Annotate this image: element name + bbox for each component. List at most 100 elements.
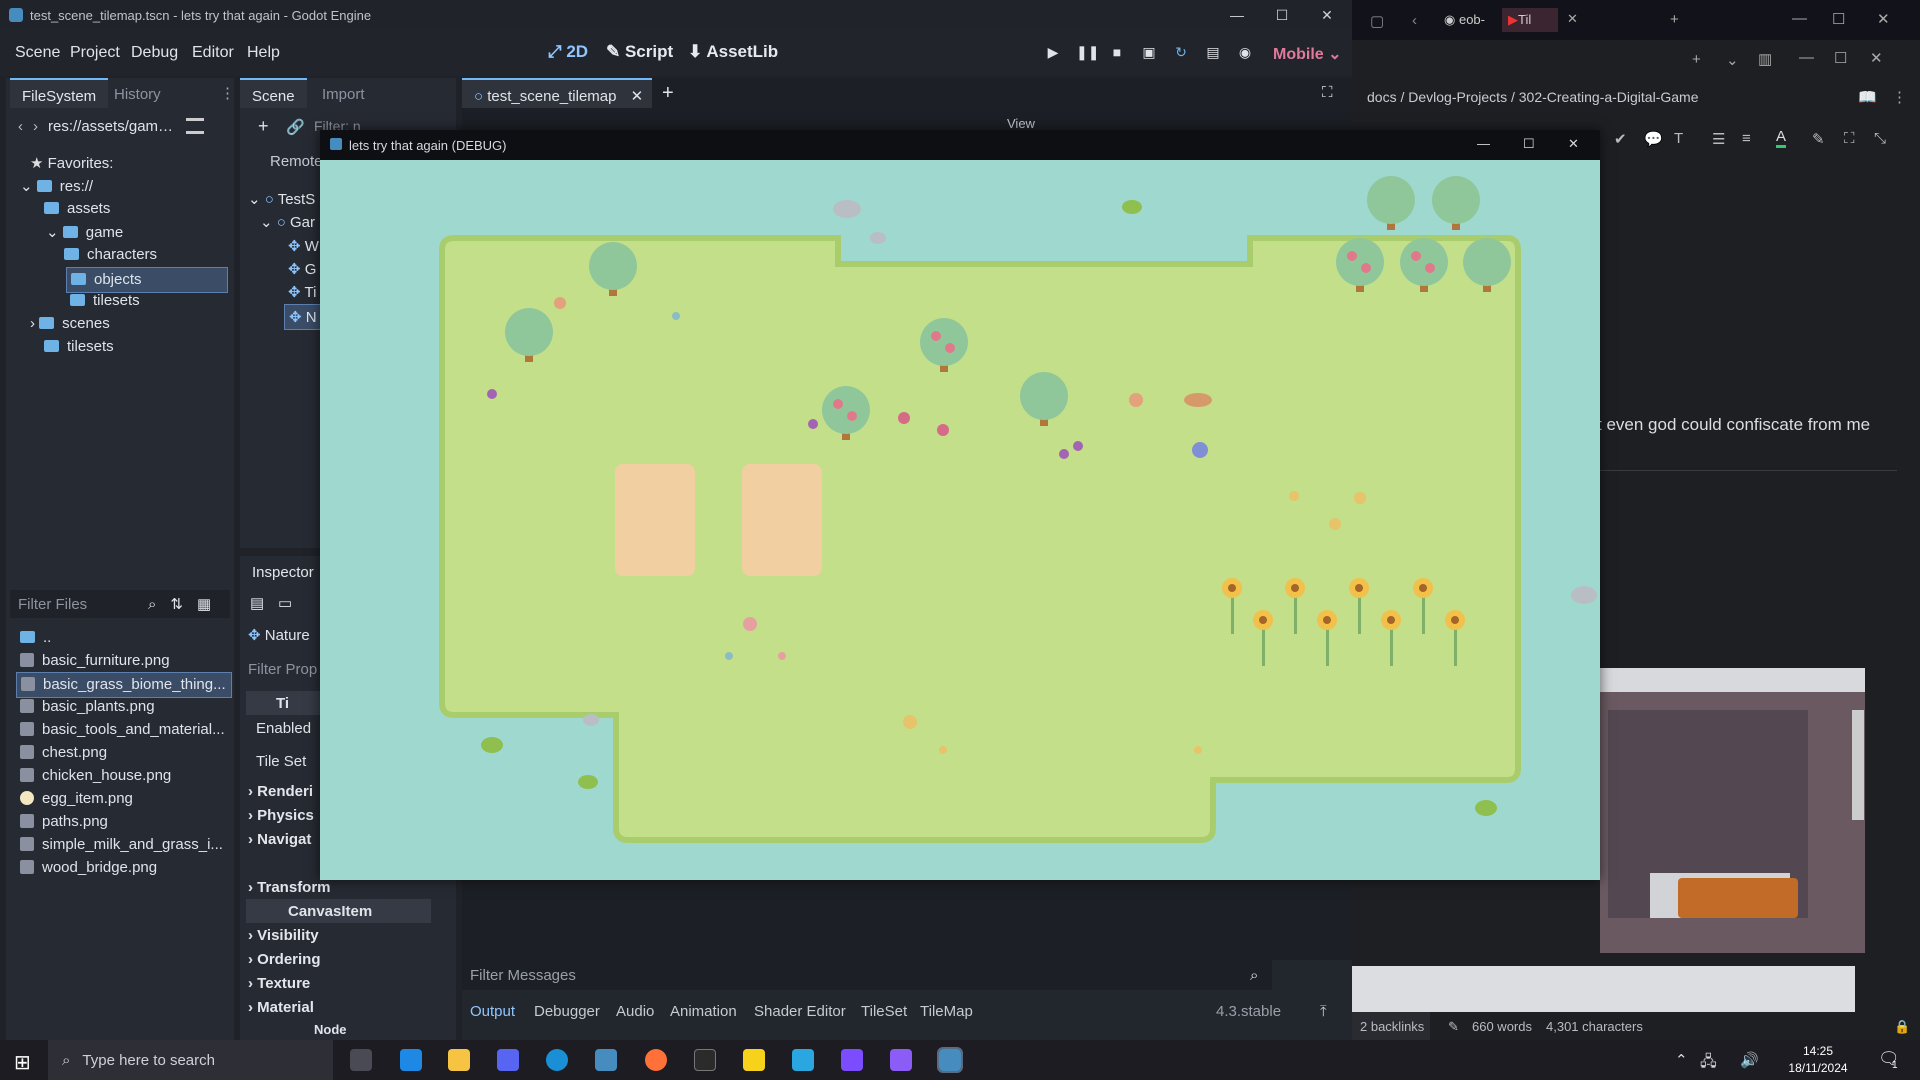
paint-icon[interactable] (792, 1049, 814, 1071)
scene-node[interactable]: ⌄ ○ Gar (260, 213, 315, 239)
section-node[interactable]: Node (314, 1022, 347, 1037)
renderer-select[interactable]: Mobile ⌄ (1273, 44, 1342, 64)
menu-scene[interactable]: Scene (15, 44, 60, 62)
back-nav-icon[interactable]: ‹ (1412, 12, 1417, 29)
firefox-icon[interactable] (645, 1049, 667, 1071)
play-scene-icon[interactable]: ▤ (1204, 44, 1222, 62)
obsidian-icon[interactable] (841, 1049, 863, 1071)
godot-taskbar-icon[interactable] (595, 1049, 617, 1071)
path-field[interactable]: res://assets/game/o (48, 118, 178, 135)
volume-icon[interactable]: 🔊 (1740, 1051, 1759, 1069)
back-icon[interactable]: ‹ (18, 118, 23, 135)
file-item[interactable]: wood_bridge.png (20, 859, 157, 885)
file-explorer-icon[interactable] (448, 1049, 470, 1071)
workspace-2d[interactable]: ⤢ 2D (548, 42, 588, 62)
close-icon[interactable]: ✕ (1877, 10, 1890, 28)
kebab-menu-icon[interactable]: ⋮ (220, 84, 235, 102)
minimize-icon[interactable]: — (1226, 4, 1248, 26)
sidebar-toggle-icon[interactable]: ▥ (1758, 50, 1772, 68)
section-ordering[interactable]: › Ordering (248, 951, 321, 968)
section-texture[interactable]: › Texture (248, 975, 310, 992)
minimize-icon[interactable]: — (1477, 136, 1490, 151)
network-icon[interactable]: 🖧 (1700, 1051, 1717, 1076)
grid-view-icon[interactable]: ▦ (197, 595, 211, 613)
breadcrumb-item[interactable]: docs (1367, 89, 1397, 105)
maximize-icon[interactable]: ☐ (1834, 49, 1847, 67)
menu-help[interactable]: Help (247, 44, 280, 62)
new-note-icon[interactable]: + (1692, 51, 1701, 68)
tab-animation[interactable]: Animation (670, 1003, 737, 1020)
section-visibility[interactable]: › Visibility (248, 927, 319, 944)
remote-debug-icon[interactable]: ▣ (1140, 44, 1158, 62)
tab-import[interactable]: Import (310, 78, 377, 108)
tab-icon[interactable]: ▢ (1370, 12, 1384, 30)
windows-start-icon[interactable]: ⊞ (14, 1050, 31, 1075)
expand-panel-icon[interactable]: ⤒ (1320, 1003, 1327, 1020)
browser-tab-youtube[interactable]: ▶Til (1502, 8, 1558, 32)
clock-date[interactable]: 18/11/2024 (1778, 1061, 1858, 1075)
tab-filesystem[interactable]: FileSystem (10, 78, 109, 108)
tab-inspector[interactable]: Inspector (240, 556, 326, 586)
reload-icon[interactable]: ↻ (1172, 44, 1190, 62)
open-resource-icon[interactable]: ▭ (278, 594, 292, 612)
workspace-script[interactable]: ✎ Script (606, 42, 673, 62)
distraction-free-icon[interactable]: ⛶ (1322, 84, 1333, 101)
file-item-selected[interactable]: basic_grass_biome_thing... (16, 672, 232, 698)
task-view-icon[interactable] (350, 1049, 372, 1071)
tab-history[interactable]: History (102, 78, 173, 108)
filter-messages-input[interactable]: Filter Messages (470, 967, 1250, 984)
close-icon[interactable]: ✕ (1316, 4, 1338, 26)
menu-editor[interactable]: Editor (192, 44, 234, 62)
stop-icon[interactable]: ■ (1108, 44, 1126, 62)
menu-project[interactable]: Project (70, 44, 120, 62)
game-viewport[interactable] (320, 160, 1600, 880)
discord-icon[interactable] (497, 1049, 519, 1071)
clock-time[interactable]: 14:25 (1788, 1044, 1848, 1058)
movie-maker-icon[interactable]: ◉ (1236, 44, 1254, 62)
breadcrumb-item[interactable]: 302-Creating-a-Digital-Game (1519, 89, 1699, 105)
maximize-icon[interactable]: ☐ (1523, 136, 1535, 152)
filter-properties-input[interactable]: Filter Prop (248, 661, 317, 678)
tab-tilemap[interactable]: TileMap (920, 1003, 973, 1020)
play-icon[interactable]: ▶ (1044, 44, 1062, 62)
pause-icon[interactable]: ❚❚ (1076, 44, 1099, 62)
tab-output[interactable]: Output (470, 1003, 515, 1020)
section-navigation[interactable]: › Navigat (248, 831, 311, 848)
new-tab-icon[interactable]: + (1670, 11, 1679, 28)
font-color-icon[interactable]: A (1776, 128, 1787, 148)
more-options-icon[interactable]: ⋮ (1892, 88, 1907, 106)
browser-tab-github[interactable]: ◉ eob- (1444, 12, 1485, 28)
terminal-icon[interactable] (694, 1049, 716, 1071)
scene-tab[interactable]: ○ test_scene_tilemap ✕ (462, 78, 652, 108)
close-icon[interactable]: ✕ (1568, 136, 1579, 152)
breadcrumb-item[interactable]: Devlog-Projects (1408, 89, 1507, 105)
close-tab-icon[interactable]: ✕ (1567, 11, 1578, 27)
workspace-assetlib[interactable]: ⬇ AssetLib (688, 42, 778, 62)
sticky-notes-icon[interactable] (743, 1049, 765, 1071)
new-resource-icon[interactable]: ▤ (250, 594, 264, 612)
section-physics[interactable]: › Physics (248, 807, 314, 824)
highlight-icon[interactable]: ✎ (1812, 130, 1825, 148)
add-node-icon[interactable]: + (258, 116, 269, 137)
backlinks-count[interactable]: 2 backlinks (1352, 1012, 1430, 1040)
split-mode-icon[interactable] (186, 118, 204, 134)
section-canvasitem[interactable]: CanvasItem (246, 899, 431, 923)
tab-audio[interactable]: Audio (616, 1003, 654, 1020)
filter-files-input[interactable]: Filter Files (18, 596, 138, 613)
forward-icon[interactable]: › (33, 118, 38, 135)
menu-debug[interactable]: Debug (131, 44, 178, 62)
tray-chevron-icon[interactable]: ⌃ (1675, 1051, 1688, 1069)
maximize-icon[interactable]: ☐ (1271, 4, 1293, 26)
minimize-icon[interactable]: — (1792, 10, 1807, 27)
tree-tilesets[interactable]: tilesets (44, 338, 114, 364)
obsidian-vault-icon[interactable] (890, 1049, 912, 1071)
chevron-down-icon[interactable]: ⌄ (1726, 51, 1739, 69)
godot-game-taskbar-icon[interactable] (937, 1047, 963, 1073)
comment-icon[interactable]: 💬 (1644, 130, 1663, 148)
text-format-icon[interactable]: T (1674, 130, 1683, 147)
reading-view-icon[interactable]: 📖 (1858, 88, 1877, 106)
section-material[interactable]: › Material (248, 999, 314, 1016)
mail-icon[interactable] (400, 1049, 422, 1071)
section-transform[interactable]: › Transform (248, 879, 331, 896)
section-rendering[interactable]: › Renderi (248, 783, 313, 800)
